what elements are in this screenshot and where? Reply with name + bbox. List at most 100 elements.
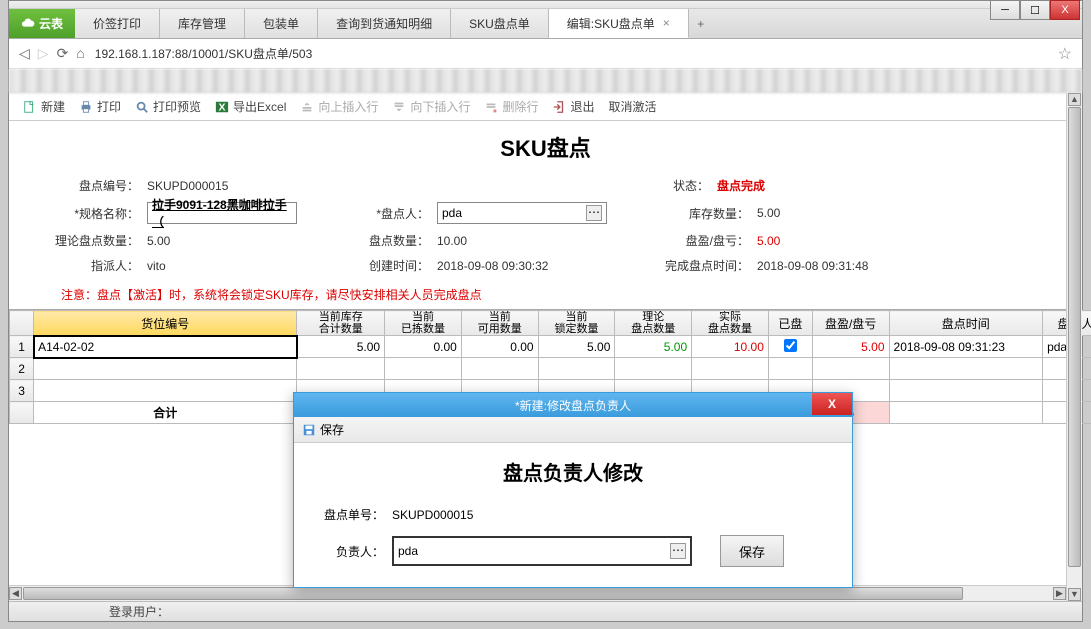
dialog-titlebar[interactable]: *新建:修改盘点负责人 X — [294, 393, 852, 417]
col-avail[interactable]: 当前可用数量 — [461, 311, 538, 336]
address-text[interactable]: 192.168.1.187:88/10001/SKU盘点单/503 — [95, 45, 1048, 62]
checked-checkbox[interactable] — [784, 339, 797, 352]
diff-value: 5.00 — [757, 234, 780, 248]
cell-actual[interactable]: 10.00 — [692, 336, 769, 358]
tab-sku-inventory[interactable]: SKU盘点单 — [451, 9, 549, 38]
cell-avail[interactable]: 0.00 — [461, 336, 538, 358]
svg-text:X: X — [219, 101, 226, 113]
hscroll-thumb[interactable] — [23, 587, 963, 600]
app-brand-tab[interactable]: 云表 — [9, 9, 75, 38]
scroll-right-icon[interactable]: ▶ — [1053, 587, 1066, 600]
tab-arrival-detail[interactable]: 查询到货通知明细 — [318, 9, 451, 38]
cell-theory[interactable]: 5.00 — [615, 336, 692, 358]
dlg-no-label: 盘点单号： — [314, 506, 384, 523]
tab-close-icon[interactable]: × — [663, 16, 670, 30]
favorite-icon[interactable]: ☆ — [1058, 44, 1072, 64]
dlg-owner-input[interactable]: pda ⋯ — [392, 536, 692, 566]
nav-forward-icon[interactable]: ▷ — [38, 45, 49, 62]
col-locked[interactable]: 当前锁定数量 — [538, 311, 615, 336]
excel-icon: X — [215, 100, 229, 114]
tab-stock-manage[interactable]: 库存管理 — [160, 9, 245, 38]
vertical-scrollbar[interactable]: ▲ ▼ — [1066, 93, 1082, 601]
col-actual[interactable]: 实际盘点数量 — [692, 311, 769, 336]
window-titlebar: ─ ☐ X — [9, 1, 1082, 9]
corner-cell — [10, 311, 34, 336]
pdqty-label: 盘点数量： — [349, 232, 429, 249]
new-button[interactable]: 新建 — [23, 98, 65, 115]
export-excel-button[interactable]: X导出Excel — [215, 98, 286, 115]
tab-bar: 云表 价签打印 库存管理 包装单 查询到货通知明细 SKU盘点单 编辑:SKU盘… — [9, 9, 1082, 39]
deactivate-button[interactable]: 取消激活 — [608, 98, 656, 115]
cell-stock[interactable]: 5.00 — [297, 336, 385, 358]
pdr-label: *盘点人： — [349, 205, 429, 222]
nav-home-icon[interactable]: ⌂ — [76, 45, 84, 62]
create-value: 2018-09-08 09:30:32 — [437, 259, 548, 273]
col-time[interactable]: 盘点时间 — [889, 311, 1043, 336]
spec-input[interactable]: 拉手9091-128黑咖啡拉手（ — [147, 202, 297, 224]
dlg-owner-more-icon[interactable]: ⋯ — [670, 543, 686, 559]
done-label: 完成盘点时间： — [649, 257, 749, 274]
done-value: 2018-09-08 09:31:48 — [757, 259, 868, 273]
vscroll-thumb[interactable] — [1068, 107, 1081, 567]
total-label: 合计 — [34, 402, 297, 424]
cell-diff[interactable]: 5.00 — [812, 336, 889, 358]
warning-text: 注意：盘点【激活】时，系统将会锁定SKU库存，请尽快安排相关人员完成盘点 — [29, 278, 1062, 309]
diff-label: 盘盈/盘亏： — [649, 232, 749, 249]
window-maximize-button[interactable]: ☐ — [1020, 0, 1050, 20]
col-picked[interactable]: 当前已拣数量 — [385, 311, 462, 336]
print-button[interactable]: 打印 — [79, 98, 121, 115]
col-theory[interactable]: 理论盘点数量 — [615, 311, 692, 336]
add-tab-button[interactable]: + — [689, 9, 713, 38]
page-title: SKU盘点 — [29, 127, 1062, 173]
assign-value: vito — [147, 259, 166, 273]
col-checked[interactable]: 已盘 — [768, 311, 812, 336]
theory-label: 理论盘点数量： — [29, 232, 139, 249]
cell-locked[interactable]: 5.00 — [538, 336, 615, 358]
col-stock-total[interactable]: 当前库存合计数量 — [297, 311, 385, 336]
cell-checked[interactable] — [768, 336, 812, 358]
print-preview-button[interactable]: 打印预览 — [135, 98, 201, 115]
dialog-heading: 盘点负责人修改 — [314, 453, 832, 500]
new-icon — [23, 100, 37, 114]
row-number: 3 — [10, 380, 34, 402]
pd-no-label: 盘点编号： — [29, 177, 139, 194]
col-location[interactable]: 货位编号 — [34, 311, 297, 336]
table-row[interactable]: 2 — [10, 358, 1091, 380]
pdr-input[interactable]: pda⋯ — [437, 202, 607, 224]
theory-value: 5.00 — [147, 234, 170, 248]
window-minimize-button[interactable]: ─ — [990, 0, 1020, 20]
insert-row-down-button: 向下插入行 — [392, 98, 470, 115]
cell-location[interactable]: A14-02-02 — [34, 336, 297, 358]
tab-edit-sku-inventory[interactable]: 编辑:SKU盘点单× — [549, 9, 689, 38]
stock-label: 库存数量： — [649, 205, 749, 222]
dialog-save-tool[interactable]: 保存 — [320, 421, 344, 438]
pdr-more-icon[interactable]: ⋯ — [586, 205, 602, 221]
pd-no-value: SKUPD000015 — [147, 179, 228, 193]
scroll-left-icon[interactable]: ◀ — [9, 587, 22, 600]
insert-row-up-button: 向上插入行 — [300, 98, 378, 115]
nav-back-icon[interactable]: ◁ — [19, 45, 30, 62]
col-diff[interactable]: 盘盈/盘亏 — [812, 311, 889, 336]
save-icon — [302, 423, 316, 437]
cell-time[interactable]: 2018-09-08 09:31:23 — [889, 336, 1043, 358]
dialog-close-button[interactable]: X — [812, 393, 852, 415]
status-value: 盘点完成 — [717, 177, 765, 194]
scroll-up-icon[interactable]: ▲ — [1068, 93, 1081, 106]
scroll-down-icon[interactable]: ▼ — [1068, 588, 1081, 601]
dlg-owner-label: 负责人： — [314, 543, 384, 560]
app-window: ─ ☐ X 云表 价签打印 库存管理 包装单 查询到货通知明细 SKU盘点单 编… — [8, 0, 1083, 622]
edit-owner-dialog: *新建:修改盘点负责人 X 保存 盘点负责人修改 盘点单号： SKUPD0000… — [293, 392, 853, 588]
tab-packing[interactable]: 包装单 — [245, 9, 318, 38]
row-number: 1 — [10, 336, 34, 358]
dialog-toolbar: 保存 — [294, 417, 852, 443]
tab-price-print[interactable]: 价签打印 — [75, 9, 160, 38]
table-row[interactable]: 1 A14-02-02 5.00 0.00 0.00 5.00 5.00 10.… — [10, 336, 1091, 358]
spec-label: *规格名称： — [29, 205, 139, 222]
window-close-button[interactable]: X — [1050, 0, 1080, 20]
insert-up-icon — [300, 100, 314, 114]
delete-row-button: 删除行 — [484, 98, 538, 115]
dialog-save-button[interactable]: 保存 — [720, 535, 784, 567]
nav-refresh-icon[interactable]: ⟳ — [57, 45, 69, 62]
cell-picked[interactable]: 0.00 — [385, 336, 462, 358]
exit-button[interactable]: 退出 — [552, 98, 594, 115]
